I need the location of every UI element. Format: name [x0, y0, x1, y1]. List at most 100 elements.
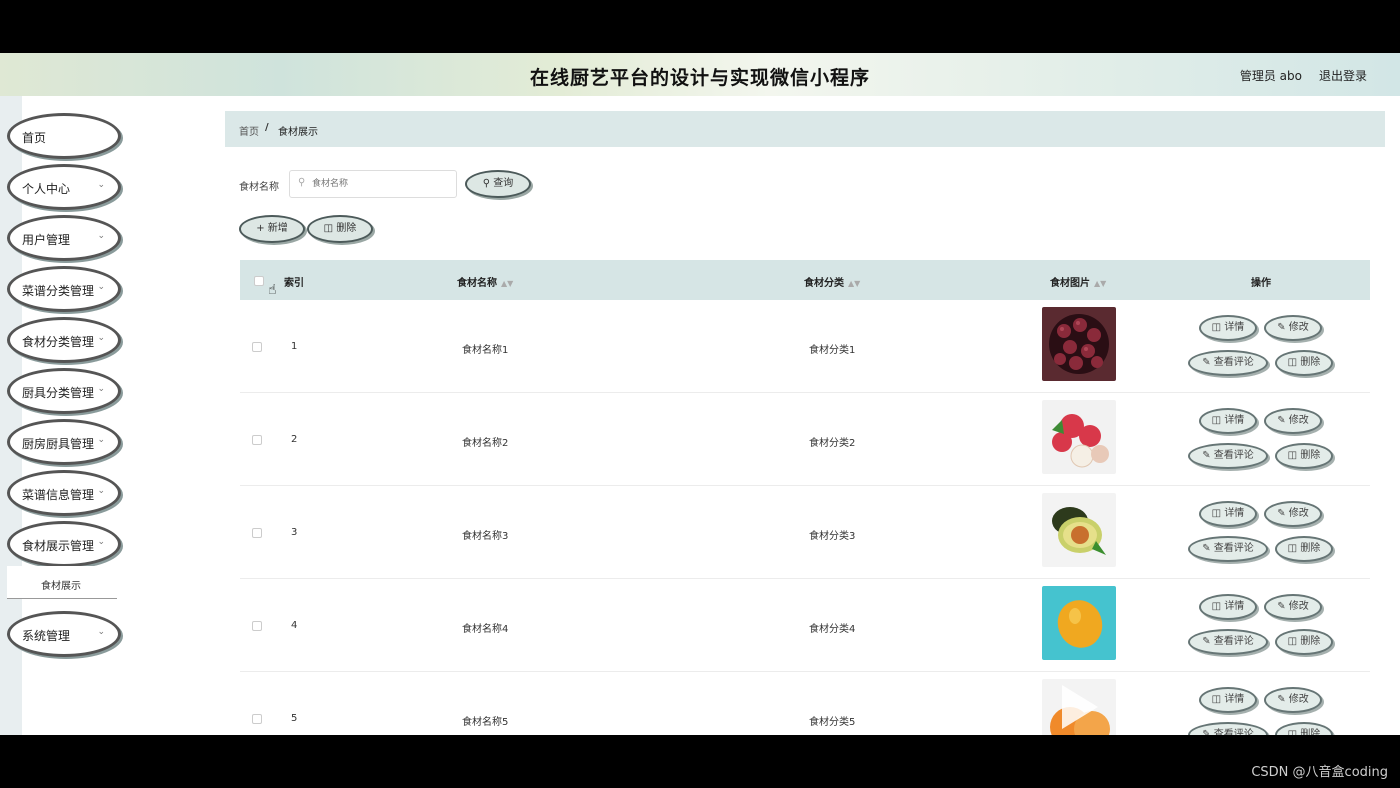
sidebar-item-recipe-category[interactable]: 菜谱分类管理 ⌄: [7, 266, 121, 312]
lychee-image[interactable]: [1042, 400, 1116, 474]
berries-image[interactable]: [1042, 307, 1116, 381]
batch-delete-button[interactable]: ◫ 删除: [307, 215, 373, 243]
plus-icon: +: [256, 223, 265, 234]
pencil-icon: ✎: [1277, 601, 1286, 612]
table-row: 2 食材名称2 食材分类2 ◫ 详情 ✎ 修改 ✎ 查看评论 ◫ 删除: [240, 393, 1370, 486]
search-icon: ⚲: [482, 178, 491, 189]
add-button[interactable]: + 新增: [239, 215, 305, 243]
select-all-checkbox[interactable]: [254, 276, 264, 286]
row-delete-label: 删除: [1300, 543, 1321, 554]
column-image[interactable]: 食材图片 ▲▼: [1050, 274, 1106, 289]
row-delete-label: 删除: [1300, 450, 1321, 461]
comments-label: 查看评论: [1213, 357, 1254, 368]
edit-button[interactable]: ✎ 修改: [1264, 594, 1322, 620]
row-index: 2: [291, 434, 298, 445]
detail-label: 详情: [1224, 322, 1245, 333]
row-delete-button[interactable]: ◫ 删除: [1275, 629, 1333, 655]
search-field[interactable]: ⚲: [289, 170, 457, 198]
search-label: 食材名称: [239, 182, 279, 193]
sidebar-item-label: 首页: [22, 131, 47, 145]
file-icon: ◫: [1211, 415, 1222, 426]
chevron-down-icon: ⌄: [97, 180, 105, 190]
ingredient-table: 索引 食材名称 ▲▼ 食材分类 ▲▼ 食材图片 ▲▼ 操作 1 食材名称1 食材分类1 ◫ …: [240, 260, 1370, 735]
row-index: 5: [291, 713, 298, 724]
sidebar-item-label: 厨具分类管理: [22, 386, 95, 400]
comments-label: 查看评论: [1213, 543, 1254, 554]
breadcrumb-home[interactable]: 首页: [239, 123, 259, 138]
pencil-icon: ✎: [1277, 415, 1286, 426]
row-delete-button[interactable]: ◫ 删除: [1275, 443, 1333, 469]
breadcrumb: 首页 / 食材展示: [225, 111, 1385, 147]
sidebar-item-cookware-category[interactable]: 厨具分类管理 ⌄: [7, 368, 121, 414]
view-comments-button[interactable]: ✎ 查看评论: [1188, 722, 1268, 735]
row-category: 食材分类1: [809, 345, 856, 356]
logout-link[interactable]: 退出登录: [1319, 67, 1367, 84]
edit-button[interactable]: ✎ 修改: [1264, 687, 1322, 713]
edit-button[interactable]: ✎ 修改: [1264, 501, 1322, 527]
row-checkbox[interactable]: [252, 435, 262, 445]
sidebar-item-user-management[interactable]: 用户管理 ⌄: [7, 215, 121, 261]
sidebar-item-label: 食材展示管理: [22, 539, 95, 553]
row-checkbox[interactable]: [252, 714, 262, 724]
sort-icon[interactable]: ▲▼: [1094, 279, 1106, 288]
detail-button[interactable]: ◫ 详情: [1199, 594, 1257, 620]
add-button-label: 新增: [267, 223, 288, 234]
row-delete-button[interactable]: ◫ 删除: [1275, 722, 1333, 735]
detail-button[interactable]: ◫ 详情: [1199, 408, 1257, 434]
view-comments-button[interactable]: ✎ 查看评论: [1188, 350, 1268, 376]
row-checkbox[interactable]: [252, 528, 262, 538]
detail-label: 详情: [1224, 601, 1245, 612]
column-actions: 操作: [1251, 278, 1271, 289]
pencil-icon: ✎: [1202, 357, 1211, 368]
view-comments-button[interactable]: ✎ 查看评论: [1188, 536, 1268, 562]
trash-icon: ◫: [1287, 543, 1298, 554]
chevron-down-icon: ⌄: [97, 282, 105, 292]
detail-button[interactable]: ◫ 详情: [1199, 501, 1257, 527]
apricot-image[interactable]: [1042, 679, 1116, 735]
row-checkbox[interactable]: [252, 342, 262, 352]
column-name-label: 食材名称: [457, 278, 497, 289]
row-delete-button[interactable]: ◫ 删除: [1275, 536, 1333, 562]
submenu-item-ingredient-display[interactable]: 食材展示: [7, 566, 117, 599]
sidebar-item-ingredient-category[interactable]: 食材分类管理 ⌄: [7, 317, 121, 363]
edit-button[interactable]: ✎ 修改: [1264, 315, 1322, 341]
column-category[interactable]: 食材分类 ▲▼: [804, 274, 860, 289]
sidebar-item-recipe-info[interactable]: 菜谱信息管理 ⌄: [7, 470, 121, 516]
view-comments-button[interactable]: ✎ 查看评论: [1188, 629, 1268, 655]
row-delete-button[interactable]: ◫ 删除: [1275, 350, 1333, 376]
chevron-down-icon: ⌄: [97, 231, 105, 241]
sidebar-item-home[interactable]: 首页: [7, 113, 121, 159]
row-checkbox[interactable]: [252, 621, 262, 631]
sidebar-item-label: 菜谱分类管理: [22, 284, 95, 298]
sort-icon[interactable]: ▲▼: [501, 279, 513, 288]
column-name[interactable]: 食材名称 ▲▼: [457, 274, 513, 289]
detail-label: 详情: [1224, 694, 1245, 705]
sidebar-item-system[interactable]: 系统管理 ⌄: [7, 611, 121, 657]
sidebar-item-personal-center[interactable]: 个人中心 ⌄: [7, 164, 121, 210]
edit-button[interactable]: ✎ 修改: [1264, 408, 1322, 434]
sidebar-item-label: 系统管理: [22, 629, 71, 643]
lemon-image[interactable]: [1042, 586, 1116, 660]
sidebar-item-ingredient-display[interactable]: 食材展示管理 ⌄: [7, 521, 121, 567]
detail-button[interactable]: ◫ 详情: [1199, 315, 1257, 341]
chevron-down-icon: ⌄: [97, 627, 105, 637]
view-comments-button[interactable]: ✎ 查看评论: [1188, 443, 1268, 469]
row-category: 食材分类3: [809, 531, 856, 542]
sort-icon[interactable]: ▲▼: [848, 279, 860, 288]
table-header: 索引 食材名称 ▲▼ 食材分类 ▲▼ 食材图片 ▲▼ 操作: [240, 260, 1370, 300]
row-index: 1: [291, 341, 298, 352]
app-title: 在线厨艺平台的设计与实现微信小程序: [529, 67, 870, 89]
avocado-image[interactable]: [1042, 493, 1116, 567]
delete-button-label: 删除: [336, 223, 357, 234]
chevron-down-icon: ⌄: [97, 384, 105, 394]
edit-label: 修改: [1288, 322, 1309, 333]
row-name: 食材名称2: [462, 438, 509, 449]
column-category-label: 食材分类: [804, 278, 844, 289]
pencil-icon: ✎: [1202, 543, 1211, 554]
sidebar-item-kitchenware[interactable]: 厨房厨具管理 ⌄: [7, 419, 121, 465]
detail-button[interactable]: ◫ 详情: [1199, 687, 1257, 713]
pencil-icon: ✎: [1202, 450, 1211, 461]
search-input[interactable]: [312, 176, 452, 192]
query-button[interactable]: ⚲ 查询: [465, 170, 531, 198]
sidebar-item-label: 个人中心: [22, 182, 71, 196]
